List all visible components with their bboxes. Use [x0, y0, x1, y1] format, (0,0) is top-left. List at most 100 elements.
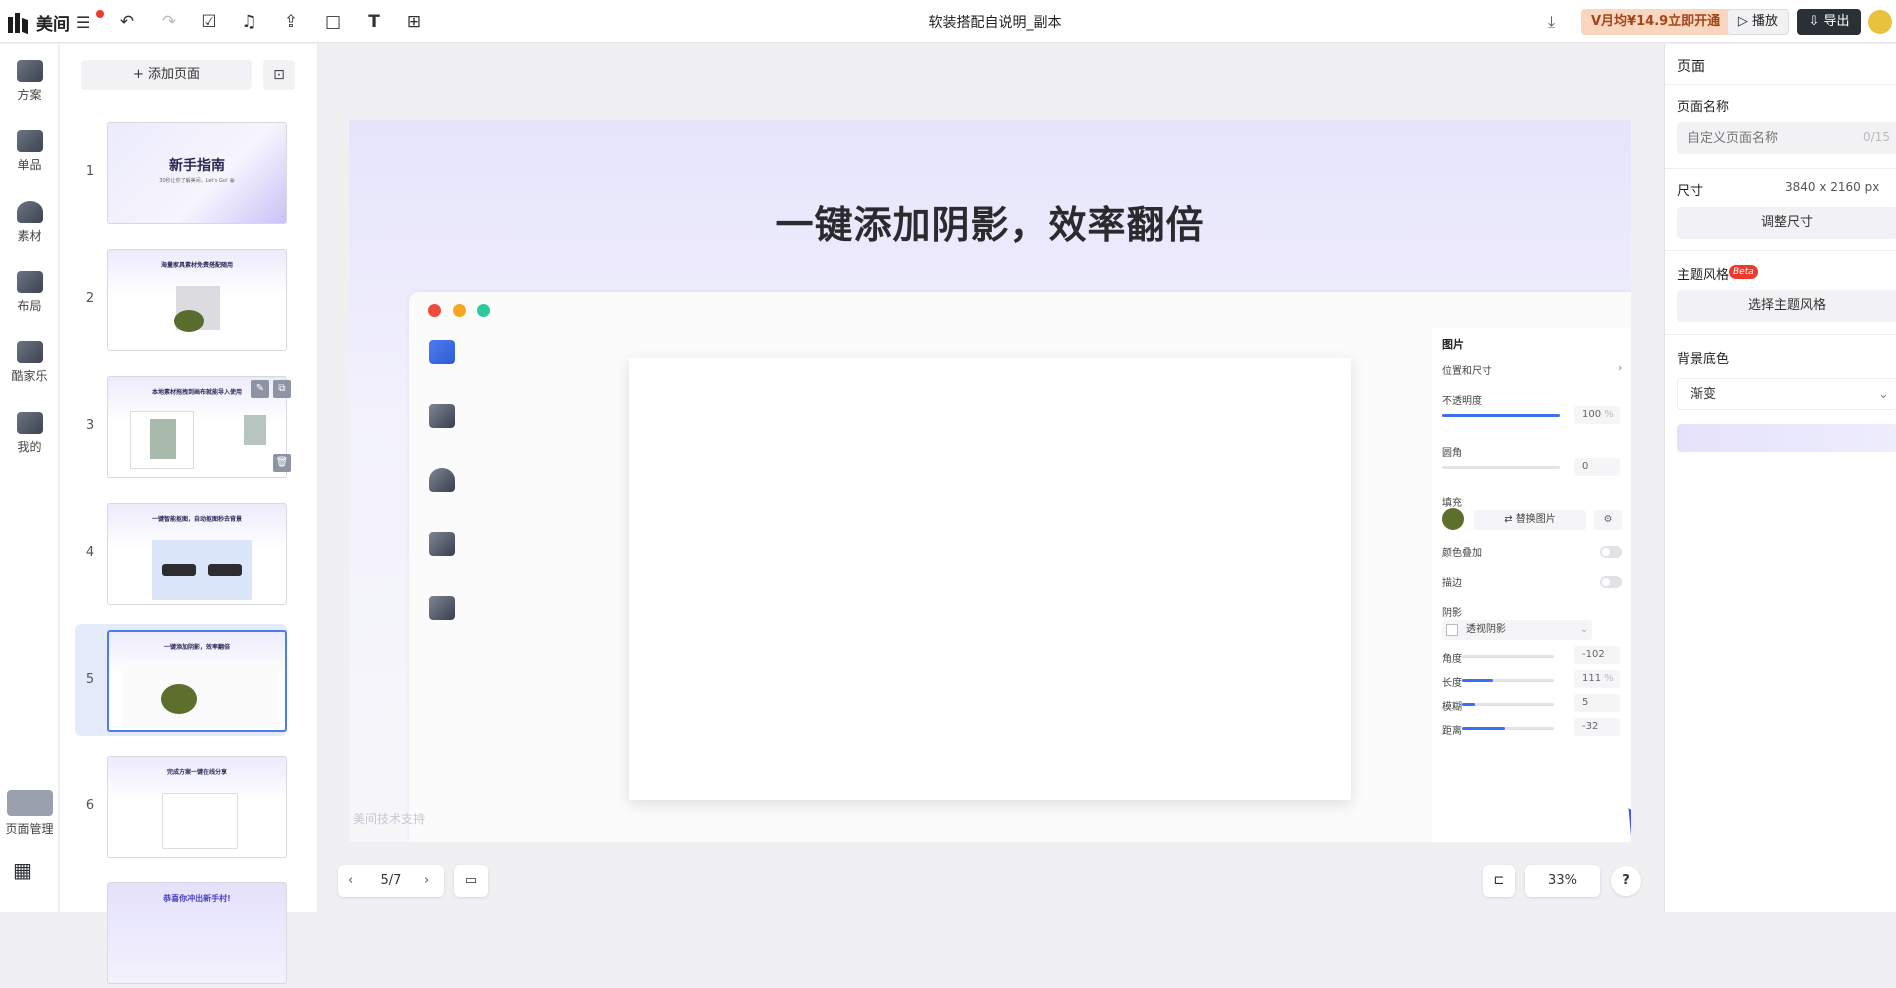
nav-label: 单品: [17, 158, 42, 172]
thumb-subtitle: 30秒让你了解美间，Let's Go! 😀: [159, 178, 235, 184]
slide-title[interactable]: 一键添加阴影，效率翻倍: [349, 194, 1631, 249]
mock-window: 图片 位置和尺寸 › 不透明度 100 % 圆角 0 填充 ⇄ 替换图片 ⚙ 颜…: [409, 292, 1631, 842]
window-zoom-dot: [477, 304, 490, 317]
page-navigator: ‹ 5/7 ›: [338, 865, 444, 897]
chevron-down-icon: ⌄: [1878, 387, 1889, 402]
nav-item-single[interactable]: 单品: [0, 130, 59, 173]
thumb-number: 3: [85, 418, 95, 433]
thumb-number: 2: [85, 291, 95, 306]
blur-label: 模糊: [1442, 702, 1462, 713]
page-list-icon: [6, 790, 53, 816]
chevron-right-icon[interactable]: ›: [424, 865, 429, 897]
music-icon[interactable]: ♫: [237, 10, 261, 34]
opacity-number: 100: [1582, 409, 1602, 420]
export-button[interactable]: ⇩ 导出: [1797, 9, 1861, 35]
resize-button[interactable]: 调整尺寸: [1677, 207, 1896, 239]
page-tray-icon[interactable]: ▭: [454, 865, 488, 897]
help-button[interactable]: ?: [1611, 866, 1641, 896]
shadow-swatch: [1446, 624, 1458, 636]
nav-item-material[interactable]: 素材: [0, 201, 59, 244]
page-thumb-7[interactable]: 恭喜你冲出新手村!: [75, 876, 287, 988]
grid-tool-icon[interactable]: ⊞: [402, 10, 426, 34]
image-icon: [429, 532, 455, 556]
text-icon[interactable]: T: [362, 10, 386, 34]
copy-icon[interactable]: ⧉: [273, 380, 291, 398]
nav-item-scheme[interactable]: 方案: [0, 60, 59, 103]
page-indicator: 5/7: [380, 873, 402, 888]
page-thumb-3[interactable]: 3 本地素材拖拽到画布就能导入使用 ✎ ⧉ 🗑: [75, 370, 291, 482]
bg-color-label: 背景底色: [1677, 352, 1730, 367]
thumb-image: [123, 660, 279, 728]
color-overlay-toggle: [1600, 546, 1622, 558]
length-value: 111 %: [1574, 670, 1620, 688]
delete-icon[interactable]: 🗑: [273, 454, 291, 472]
beta-badge: Beta: [1729, 265, 1758, 279]
gradient-swatch[interactable]: [1677, 424, 1896, 452]
redo-icon[interactable]: ↷: [157, 10, 181, 34]
radius-label: 圆角: [1442, 448, 1462, 459]
image-icon: [16, 271, 43, 293]
avatar[interactable]: [1868, 10, 1892, 34]
upload-icon[interactable]: ⇪: [279, 10, 303, 34]
panel-title: 页面: [1677, 59, 1705, 75]
top-toolbar: 美间 ☰ ↶ ↷ ☑ ♫ ⇪ □ T ⊞ 软装搭配自说明_副本 ⤓ V月均¥14…: [0, 0, 1896, 43]
thumb-image: [162, 793, 238, 849]
nav-item-kujiale[interactable]: 酷家乐: [0, 341, 59, 384]
page-thumb-5[interactable]: 5 一键添加阴影，效率翻倍: [75, 624, 287, 736]
thumb-title: 完成方案一键在线分享: [166, 769, 227, 776]
document-title[interactable]: 软装搭配自说明_副本: [850, 12, 1140, 32]
radius-slider: [1442, 466, 1560, 469]
undo-icon[interactable]: ↶: [115, 10, 139, 34]
thumb-preview: 一键添加阴影，效率翻倍: [107, 630, 287, 732]
page-thumb-1[interactable]: 1 新手指南 30秒让你了解美间，Let's Go! 😀: [75, 116, 287, 228]
shadow-type-value: 透视阴影: [1466, 624, 1506, 635]
page-thumb-6[interactable]: 6 完成方案一键在线分享: [75, 750, 287, 862]
size-value: 3840 x 2160 px: [1785, 180, 1880, 194]
radius-value: 0: [1574, 458, 1620, 476]
shape-icon[interactable]: □: [321, 10, 345, 34]
chevron-left-icon[interactable]: ‹: [348, 865, 353, 897]
watermark: 美间技术支持: [353, 812, 426, 826]
bg-type-select[interactable]: 渐变 ⌄: [1677, 378, 1896, 410]
char-count: 0/15: [1863, 130, 1890, 144]
nav-item-layout[interactable]: 布局: [0, 271, 59, 314]
thumb-image: [161, 684, 197, 714]
nav-item-mine[interactable]: 我的: [0, 412, 59, 455]
image-placeholder: [629, 358, 1351, 800]
user-icon: [16, 412, 43, 434]
choose-theme-button[interactable]: 选择主题风格: [1677, 290, 1896, 322]
play-button[interactable]: ▷ 播放: [1727, 9, 1789, 35]
nav-label: 我的: [17, 440, 42, 454]
opacity-unit: %: [1604, 409, 1614, 420]
shadow-label: 阴影: [1442, 608, 1462, 619]
page-thumb-2[interactable]: 2 海量家具素材免费搭配随用: [75, 243, 287, 355]
thumb-image: [244, 415, 266, 445]
left-nav: 方案 单品 素材 布局 酷家乐 我的 页面管理 ▦: [0, 44, 59, 912]
zoom-level[interactable]: 33%: [1525, 865, 1600, 897]
nav-item-page-manage[interactable]: 页面管理: [0, 790, 59, 837]
ruler-icon[interactable]: ⊏: [1483, 865, 1515, 897]
opacity-value: 100 %: [1574, 406, 1620, 424]
vip-upgrade-button[interactable]: V月均¥14.9立即开通: [1581, 9, 1731, 35]
thumb-image: [150, 419, 176, 459]
edit-icon[interactable]: ✎: [251, 380, 269, 398]
app-logo[interactable]: 美间 ☰: [8, 10, 104, 35]
thumb-image: [174, 310, 204, 332]
download-icon[interactable]: ⤓: [1548, 12, 1555, 32]
thumb-number: 4: [85, 545, 95, 560]
fill-label: 填充: [1442, 498, 1462, 509]
thumb-title: 海量家具素材免费搭配随用: [160, 262, 233, 269]
thumb-preview: 恭喜你冲出新手村!: [107, 882, 287, 984]
apps-grid-icon[interactable]: ▦: [13, 858, 32, 882]
folder-icon[interactable]: ⊡: [263, 60, 295, 90]
shapes-icon: [429, 468, 455, 492]
length-label: 长度: [1442, 678, 1462, 689]
app-name: 美间: [36, 15, 70, 35]
nav-label: 布局: [17, 299, 42, 313]
menu-icon[interactable]: ☰: [76, 13, 90, 32]
add-page-button[interactable]: + 添加页面: [81, 60, 252, 90]
slide-canvas[interactable]: 一键添加阴影，效率翻倍 图片 位置和尺寸 › 不透明度 100 % 圆角 0 填…: [349, 120, 1631, 842]
page-thumb-4[interactable]: 4 一键智能抠图，自动抠图秒去背景: [75, 497, 287, 609]
thumb-image: [162, 564, 196, 576]
save-icon[interactable]: ☑: [197, 10, 221, 34]
